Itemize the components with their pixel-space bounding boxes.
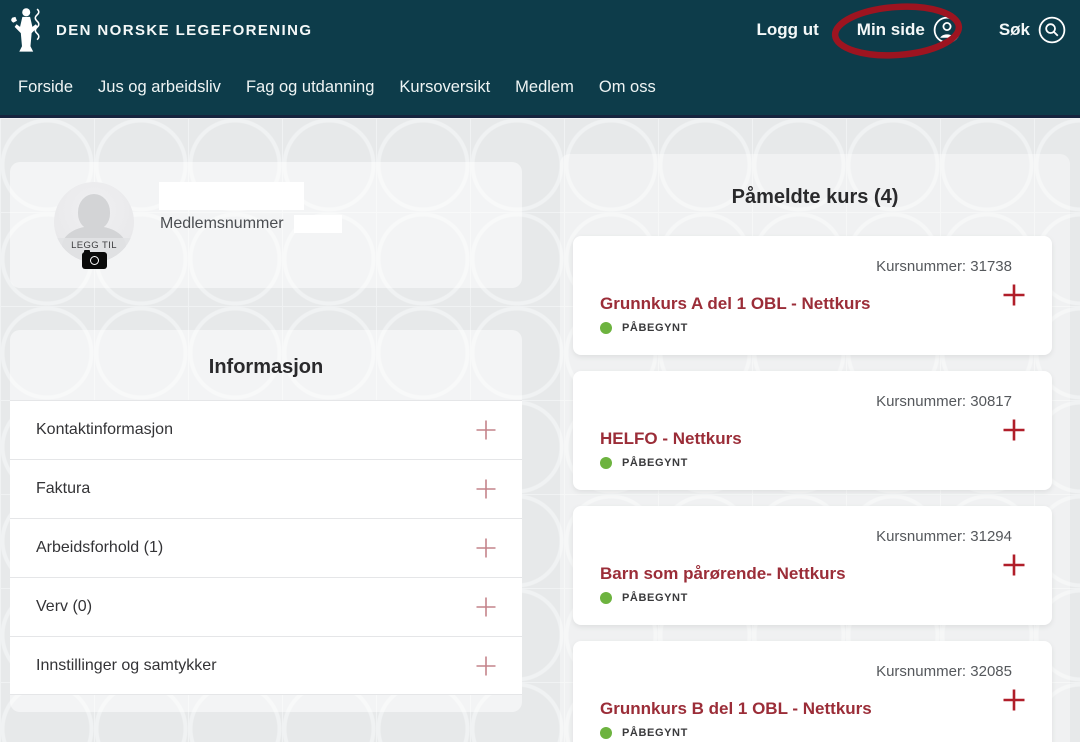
avatar-area: LEGG TIL (44, 176, 144, 286)
status-dot-icon (600, 322, 612, 334)
status-label: PÅBEGYNT (622, 322, 688, 334)
add-photo-label[interactable]: LEGG TIL (44, 240, 144, 251)
course-number: Kursnummer: 31294 (876, 528, 1012, 545)
course-number-value: 31294 (970, 528, 1012, 545)
legeforening-logo-icon (10, 6, 44, 54)
camera-icon[interactable] (82, 252, 107, 269)
accordion-row-verv[interactable]: Verv (0) (10, 577, 522, 636)
expand-plus-icon[interactable] (474, 536, 498, 560)
expand-plus-icon[interactable] (1002, 553, 1026, 577)
accordion-row-faktura[interactable]: Faktura (10, 459, 522, 518)
expand-plus-icon[interactable] (1002, 283, 1026, 307)
course-number-label: Kursnummer: (876, 528, 966, 545)
logout-link[interactable]: Logg ut (756, 20, 818, 40)
status-label: PÅBEGYNT (622, 592, 688, 604)
page-content: LEGG TIL Medlemsnummer Informasjon Konta… (0, 118, 1080, 742)
accordion-row-kontaktinformasjon[interactable]: Kontaktinformasjon (10, 400, 522, 459)
course-title-link[interactable]: Grunnkurs B del 1 OBL - Nettkurs (600, 699, 872, 719)
expand-plus-icon[interactable] (1002, 688, 1026, 712)
logout-label: Logg ut (756, 20, 818, 40)
course-card: Kursnummer: 32085 Grunnkurs B del 1 OBL … (573, 641, 1052, 742)
accordion-label: Innstillinger og samtykker (36, 657, 217, 675)
top-bar: DEN NORSKE LEGEFORENING Logg ut Min side… (0, 0, 1080, 60)
member-number-label: Medlemsnummer (160, 215, 284, 233)
information-card: Informasjon Kontaktinformasjon Faktura A… (10, 330, 522, 712)
course-card: Kursnummer: 30817 HELFO - Nettkurs PÅBEG… (573, 371, 1052, 490)
course-number: Kursnummer: 31738 (876, 258, 1012, 275)
expand-plus-icon[interactable] (474, 477, 498, 501)
course-title-link[interactable]: HELFO - Nettkurs (600, 429, 742, 449)
course-status: PÅBEGYNT (600, 727, 688, 739)
course-card: Kursnummer: 31738 Grunnkurs A del 1 OBL … (573, 236, 1052, 355)
expand-plus-icon[interactable] (474, 595, 498, 619)
user-profile-icon (933, 16, 961, 44)
enrolled-courses-panel: Påmeldte kurs (4) Kursnummer: 31738 Grun… (560, 154, 1070, 742)
brand-name: DEN NORSKE LEGEFORENING (56, 22, 312, 39)
nav-item-om-oss[interactable]: Om oss (599, 78, 656, 97)
information-title: Informasjon (10, 330, 522, 379)
information-accordion: Kontaktinformasjon Faktura Arbeidsforhol… (10, 400, 522, 695)
course-status: PÅBEGYNT (600, 457, 688, 469)
course-status: PÅBEGYNT (600, 592, 688, 604)
nav-item-kursoversikt[interactable]: Kursoversikt (399, 78, 490, 97)
brand[interactable]: DEN NORSKE LEGEFORENING (10, 6, 312, 54)
search-icon (1038, 16, 1066, 44)
course-number-label: Kursnummer: (876, 258, 966, 275)
nav-item-forside[interactable]: Forside (18, 78, 73, 97)
course-number-label: Kursnummer: (876, 393, 966, 410)
my-page-label: Min side (857, 20, 925, 40)
expand-plus-icon[interactable] (474, 654, 498, 678)
accordion-label: Verv (0) (36, 598, 92, 616)
status-dot-icon (600, 457, 612, 469)
enrolled-courses-title: Påmeldte kurs (4) (560, 154, 1070, 209)
my-page-link[interactable]: Min side (845, 16, 973, 44)
course-number: Kursnummer: 32085 (876, 663, 1012, 680)
course-number-value: 31738 (970, 258, 1012, 275)
course-title-link[interactable]: Grunnkurs A del 1 OBL - Nettkurs (600, 294, 870, 314)
top-actions: Logg ut Min side Søk (756, 16, 1066, 44)
nav-item-jus-og-arbeidsliv[interactable]: Jus og arbeidsliv (98, 78, 221, 97)
redaction-box-name (159, 182, 304, 210)
search-link[interactable]: Søk (999, 16, 1066, 44)
redaction-box-number (294, 215, 342, 233)
accordion-label: Faktura (36, 480, 90, 498)
profile-card: LEGG TIL Medlemsnummer (10, 162, 522, 288)
status-dot-icon (600, 727, 612, 739)
accordion-row-innstillinger-og-samtykker[interactable]: Innstillinger og samtykker (10, 636, 522, 695)
status-dot-icon (600, 592, 612, 604)
accordion-row-arbeidsforhold[interactable]: Arbeidsforhold (1) (10, 518, 522, 577)
course-number-value: 30817 (970, 393, 1012, 410)
nav-item-fag-og-utdanning[interactable]: Fag og utdanning (246, 78, 374, 97)
search-label: Søk (999, 20, 1030, 40)
accordion-label: Kontaktinformasjon (36, 421, 173, 439)
main-nav: Forside Jus og arbeidsliv Fag og utdanni… (0, 60, 1080, 115)
status-label: PÅBEGYNT (622, 457, 688, 469)
course-number-label: Kursnummer: (876, 663, 966, 680)
site-header: DEN NORSKE LEGEFORENING Logg ut Min side… (0, 0, 1080, 118)
status-label: PÅBEGYNT (622, 727, 688, 739)
nav-item-medlem[interactable]: Medlem (515, 78, 574, 97)
course-number: Kursnummer: 30817 (876, 393, 1012, 410)
avatar-head-shape (78, 194, 110, 230)
member-number-row: Medlemsnummer (160, 215, 342, 233)
course-card: Kursnummer: 31294 Barn som pårørende- Ne… (573, 506, 1052, 625)
course-number-value: 32085 (970, 663, 1012, 680)
accordion-label: Arbeidsforhold (1) (36, 539, 163, 557)
course-title-link[interactable]: Barn som pårørende- Nettkurs (600, 564, 846, 584)
course-status: PÅBEGYNT (600, 322, 688, 334)
expand-plus-icon[interactable] (474, 418, 498, 442)
expand-plus-icon[interactable] (1002, 418, 1026, 442)
